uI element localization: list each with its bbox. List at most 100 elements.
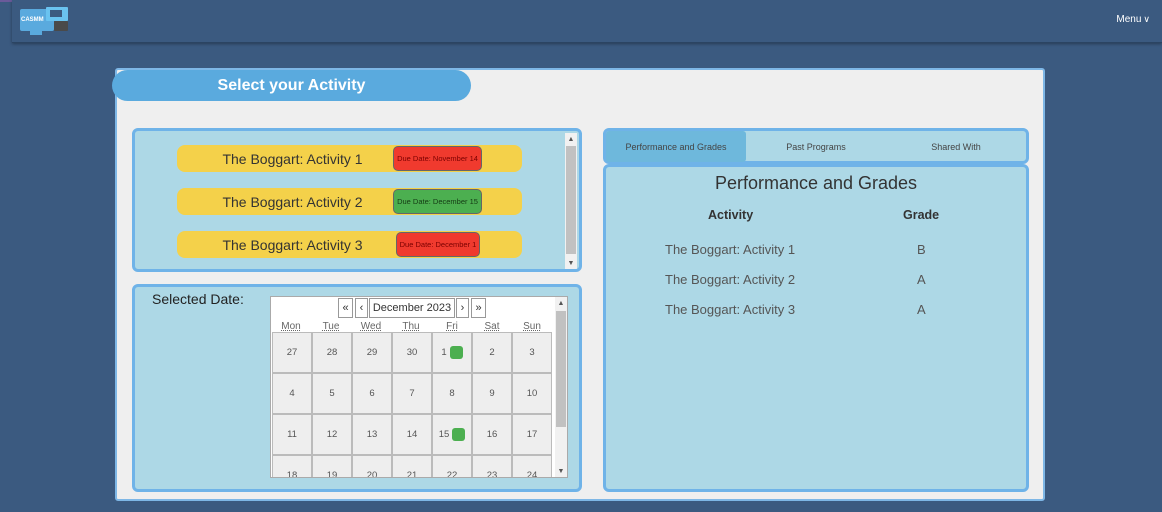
calendar-day[interactable]: 15 bbox=[432, 414, 472, 455]
calendar-day-number: 13 bbox=[366, 429, 378, 440]
calendar-day[interactable]: 7 bbox=[392, 373, 432, 414]
calendar-day-number: 23 bbox=[486, 470, 498, 478]
calendar-day-number: 17 bbox=[526, 429, 538, 440]
grade-row-activity: The Boggart: Activity 1 bbox=[665, 242, 796, 257]
activity-item[interactable]: The Boggart: Activity 2 Due Date: Decemb… bbox=[177, 188, 522, 215]
calendar-day[interactable]: 11 bbox=[272, 414, 312, 455]
weekday-label: Thu bbox=[402, 321, 420, 332]
due-date-badge: Due Date: December 15 bbox=[393, 189, 482, 214]
calendar-day[interactable]: 6 bbox=[352, 373, 392, 414]
scroll-up-arrow-icon[interactable]: ▲ bbox=[565, 133, 577, 145]
logo-text: CASMM bbox=[21, 17, 44, 23]
weekday-label: Tue bbox=[322, 321, 340, 332]
calendar-day[interactable]: 12 bbox=[312, 414, 352, 455]
calendar-day-number: 20 bbox=[366, 470, 378, 478]
activity-list-scrollbar[interactable]: ▲ ▼ bbox=[565, 133, 577, 269]
activity-list-panel: The Boggart: Activity 1 Due Date: Novemb… bbox=[132, 128, 582, 272]
calendar-day[interactable]: 28 bbox=[312, 332, 352, 373]
calendar-day[interactable]: 27 bbox=[272, 332, 312, 373]
calendar-day-number: 22 bbox=[446, 470, 458, 478]
calendar-day[interactable]: 18 bbox=[272, 455, 312, 478]
calendar-day-number: 4 bbox=[289, 388, 295, 399]
scroll-thumb[interactable] bbox=[566, 146, 576, 254]
calendar-day[interactable]: 1 bbox=[432, 332, 472, 373]
scroll-up-arrow-icon[interactable]: ▲ bbox=[555, 297, 567, 309]
activity-item[interactable]: The Boggart: Activity 3 Due Date: Decemb… bbox=[177, 231, 522, 258]
calendar-day[interactable]: 17 bbox=[512, 414, 552, 455]
calendar-day-number: 18 bbox=[286, 470, 298, 478]
calendar-day-number: 24 bbox=[526, 470, 538, 478]
tab-performance-and-grades[interactable]: Performance and Grades bbox=[606, 131, 746, 162]
date-picker-panel: Selected Date: « ‹ December 2023 › » Mon… bbox=[132, 284, 582, 492]
due-date-badge: Due Date: December 1 bbox=[396, 232, 480, 257]
calendar-day-number: 6 bbox=[369, 388, 375, 399]
calendar-day[interactable]: 22 bbox=[432, 455, 472, 478]
calendar-day[interactable]: 24 bbox=[512, 455, 552, 478]
calendar-day[interactable]: 20 bbox=[352, 455, 392, 478]
next-month-button[interactable]: › bbox=[456, 298, 469, 318]
calendar-day-number: 5 bbox=[329, 388, 335, 399]
calendar-day[interactable]: 30 bbox=[392, 332, 432, 373]
calendar-day[interactable]: 5 bbox=[312, 373, 352, 414]
menu-button[interactable]: Menu ∨ bbox=[1116, 14, 1150, 25]
calendar-day-number: 28 bbox=[326, 347, 338, 358]
due-date-marker bbox=[449, 346, 463, 359]
calendar-day[interactable]: 16 bbox=[472, 414, 512, 455]
calendar-day[interactable]: 19 bbox=[312, 455, 352, 477]
activity-item[interactable]: The Boggart: Activity 1 Due Date: Novemb… bbox=[177, 145, 522, 172]
calendar-day-number: 1 bbox=[441, 347, 447, 358]
calendar-day[interactable]: 21 bbox=[392, 455, 432, 478]
calendar-day-number: 12 bbox=[326, 429, 338, 440]
prev-year-button[interactable]: « bbox=[338, 298, 353, 318]
scroll-down-arrow-icon[interactable]: ▼ bbox=[565, 257, 577, 269]
grades-panel: Performance and Grades Activity Grade Th… bbox=[603, 164, 1029, 492]
calendar-day-number: 16 bbox=[486, 429, 498, 440]
weekday-label: Sat bbox=[484, 321, 500, 332]
calendar-day[interactable]: 8 bbox=[432, 373, 472, 414]
grade-row-activity: The Boggart: Activity 2 bbox=[665, 272, 796, 287]
calendar-day-number: 10 bbox=[526, 388, 538, 399]
calendar-day-number: 7 bbox=[409, 388, 415, 399]
scroll-down-arrow-icon[interactable]: ▼ bbox=[555, 465, 567, 477]
calendar-day-number: 2 bbox=[489, 347, 495, 358]
scroll-thumb[interactable] bbox=[556, 311, 566, 427]
tabs-bar: Performance and Grades Past Programs Sha… bbox=[603, 128, 1029, 164]
calendar-day-number: 21 bbox=[406, 470, 418, 478]
calendar-day[interactable]: 3 bbox=[512, 332, 552, 373]
calendar-day[interactable]: 4 bbox=[272, 373, 312, 414]
calendar-day[interactable]: 9 bbox=[472, 373, 512, 414]
weekday-label: Wed bbox=[360, 321, 382, 332]
grade-row-grade: A bbox=[917, 302, 926, 317]
calendar-scrollbar[interactable]: ▲ ▼ bbox=[555, 297, 567, 477]
calendar-day-number: 14 bbox=[406, 429, 418, 440]
activity-name: The Boggart: Activity 2 bbox=[222, 193, 363, 210]
calendar-day[interactable]: 14 bbox=[392, 414, 432, 455]
tab-past-programs[interactable]: Past Programs bbox=[746, 131, 886, 162]
weekday-label: Mon bbox=[281, 321, 301, 332]
calendar-day-number: 3 bbox=[529, 347, 535, 358]
activity-name: The Boggart: Activity 3 bbox=[222, 236, 363, 253]
activity-card: Select your Activity The Boggart: Activi… bbox=[112, 68, 1045, 501]
page-title: Select your Activity bbox=[112, 70, 471, 101]
calendar-month-label[interactable]: December 2023 bbox=[369, 298, 455, 318]
calendar-day-number: 9 bbox=[489, 388, 495, 399]
grade-row-grade: A bbox=[917, 272, 926, 287]
next-year-button[interactable]: » bbox=[471, 298, 486, 318]
chevron-down-icon: ∨ bbox=[1143, 14, 1150, 24]
activity-column-header: Activity bbox=[708, 208, 754, 222]
due-date-badge: Due Date: November 14 bbox=[393, 146, 482, 171]
grades-title: Performance and Grades bbox=[714, 173, 918, 193]
calendar-day[interactable]: 29 bbox=[352, 332, 392, 373]
tab-shared-with[interactable]: Shared With bbox=[886, 131, 1026, 162]
calendar-day[interactable]: 10 bbox=[512, 373, 552, 414]
calendar-day-number: 15 bbox=[438, 429, 450, 440]
calendar: « ‹ December 2023 › » Mon Tue Wed Thu Fr… bbox=[270, 296, 568, 478]
calendar-day-number: 11 bbox=[287, 429, 297, 440]
top-navigation-bar: CASMM Menu ∨ bbox=[12, 0, 1162, 43]
prev-month-button[interactable]: ‹ bbox=[355, 298, 368, 318]
calendar-day[interactable]: 2 bbox=[472, 332, 512, 373]
selected-date-label: Selected Date: bbox=[152, 291, 244, 307]
calendar-day[interactable]: 23 bbox=[472, 455, 512, 478]
logo-icon[interactable]: CASMM bbox=[20, 5, 70, 35]
calendar-day[interactable]: 13 bbox=[352, 414, 392, 455]
